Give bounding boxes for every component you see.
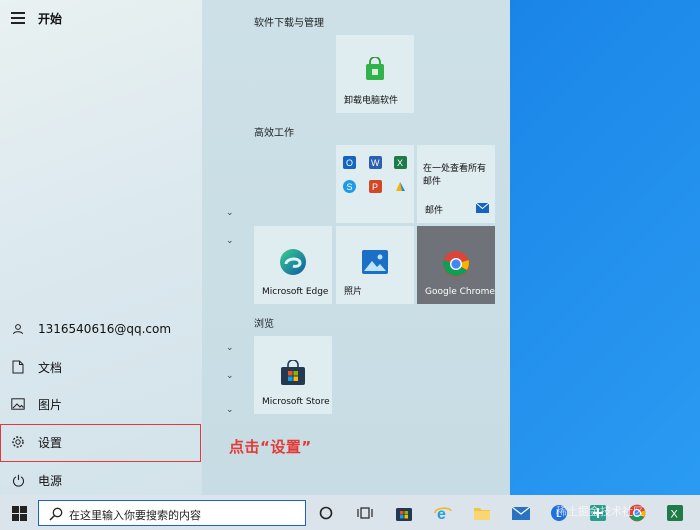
edge-icon [279,248,307,280]
tile-store[interactable]: Microsoft Store [254,336,332,414]
taskbar-ie-app[interactable]: e [430,499,456,527]
start-menu: 开始 1316540616@qq.com 文档 图片 设置 电源 软件下载与管理… [0,0,510,495]
skype-icon: S [343,178,356,197]
tile-label: Microsoft Store [262,397,330,407]
sidebar-item-pictures[interactable]: 图片 [0,386,202,422]
user-icon [11,322,25,336]
taskbar-mail-app[interactable] [508,499,534,527]
photos-icon [362,250,388,278]
group-label-software: 软件下载与管理 [254,18,324,29]
sidebar-item-label: 电源 [38,473,63,488]
outlook-icon: O [343,154,356,173]
sidebar-item-label: 图片 [38,397,63,412]
chevron-down-icon[interactable]: ⌄ [226,343,234,353]
tile-chrome[interactable]: Google Chrome [417,226,495,304]
start-menu-title: 开始 [38,12,63,26]
chevron-down-icon[interactable]: ⌄ [226,405,234,415]
tile-mail[interactable]: 在一处查看所有邮件 邮件 [417,145,495,223]
chevron-down-icon[interactable]: ⌄ [226,371,234,381]
internet-explorer-icon: e [434,506,452,522]
mail-icon [475,198,490,217]
tile-label: 邮件 [425,206,444,216]
cortana-button[interactable] [313,499,339,527]
excel-icon: X [667,505,683,521]
start-menu-sidebar: 开始 1316540616@qq.com 文档 图片 设置 电源 [0,0,202,495]
svg-text:S: S [347,182,353,192]
instruction-annotation: 点击“设置” [229,438,312,456]
powerpoint-icon: P [369,178,382,197]
windows-logo-icon [11,505,27,521]
svg-text:W: W [371,158,380,168]
store-icon [396,508,412,521]
excel-icon: X [394,154,407,173]
svg-text:X: X [397,158,403,168]
picture-icon [11,397,25,411]
sidebar-item-documents[interactable]: 文档 [0,349,202,385]
tile-label: Microsoft Edge [262,287,329,297]
settings-highlight-box [0,424,201,462]
watermark: 稀土掘金技术社区 [556,505,644,518]
folder-icon [474,508,490,520]
group-label-browse: 浏览 [254,319,274,330]
tile-photos[interactable]: 照片 [336,226,414,304]
store-icon [280,359,306,390]
mail-icon [512,506,530,520]
tile-uninstall[interactable]: 卸载电脑软件 [336,35,414,113]
document-icon [11,360,25,374]
word-icon: W [369,154,382,173]
task-view-button[interactable] [352,499,378,527]
sticky-notes-icon [394,178,407,197]
chevron-down-icon[interactable]: ⌄ [226,208,234,218]
svg-text:O: O [346,158,353,168]
tile-label: Google Chrome [425,287,495,297]
svg-text:P: P [372,182,378,192]
search-placeholder: 在这里输入你要搜索的内容 [69,509,201,522]
svg-text:X: X [671,509,679,521]
group-label-work: 高效工作 [254,128,294,139]
chevron-down-icon[interactable]: ⌄ [226,236,234,246]
tile-office-group[interactable]: O W X S P [336,145,414,223]
sidebar-item-account[interactable]: 1316540616@qq.com [0,311,202,347]
tile-label: 卸载电脑软件 [344,96,399,106]
taskbar-excel-app[interactable]: X [662,499,688,527]
cortana-icon [319,506,333,520]
taskbar-explorer-app[interactable] [469,499,495,527]
search-icon [49,506,63,525]
chrome-icon [442,250,470,282]
menu-icon[interactable] [11,12,25,24]
sidebar-item-label: 文档 [38,360,63,375]
windows-start-button[interactable] [6,499,32,527]
taskbar-store-app[interactable] [391,499,417,527]
shopping-bag-icon [364,56,386,85]
mail-tile-text: 在一处查看所有邮件 [423,164,487,187]
tile-label: 照片 [344,287,363,297]
task-view-icon [357,507,373,519]
taskbar-search-box[interactable]: 在这里输入你要搜索的内容 [38,500,306,526]
user-account-label: 1316540616@qq.com [38,322,172,336]
power-icon [11,473,25,487]
sidebar-item-power[interactable]: 电源 [0,462,202,498]
tile-edge[interactable]: Microsoft Edge [254,226,332,304]
